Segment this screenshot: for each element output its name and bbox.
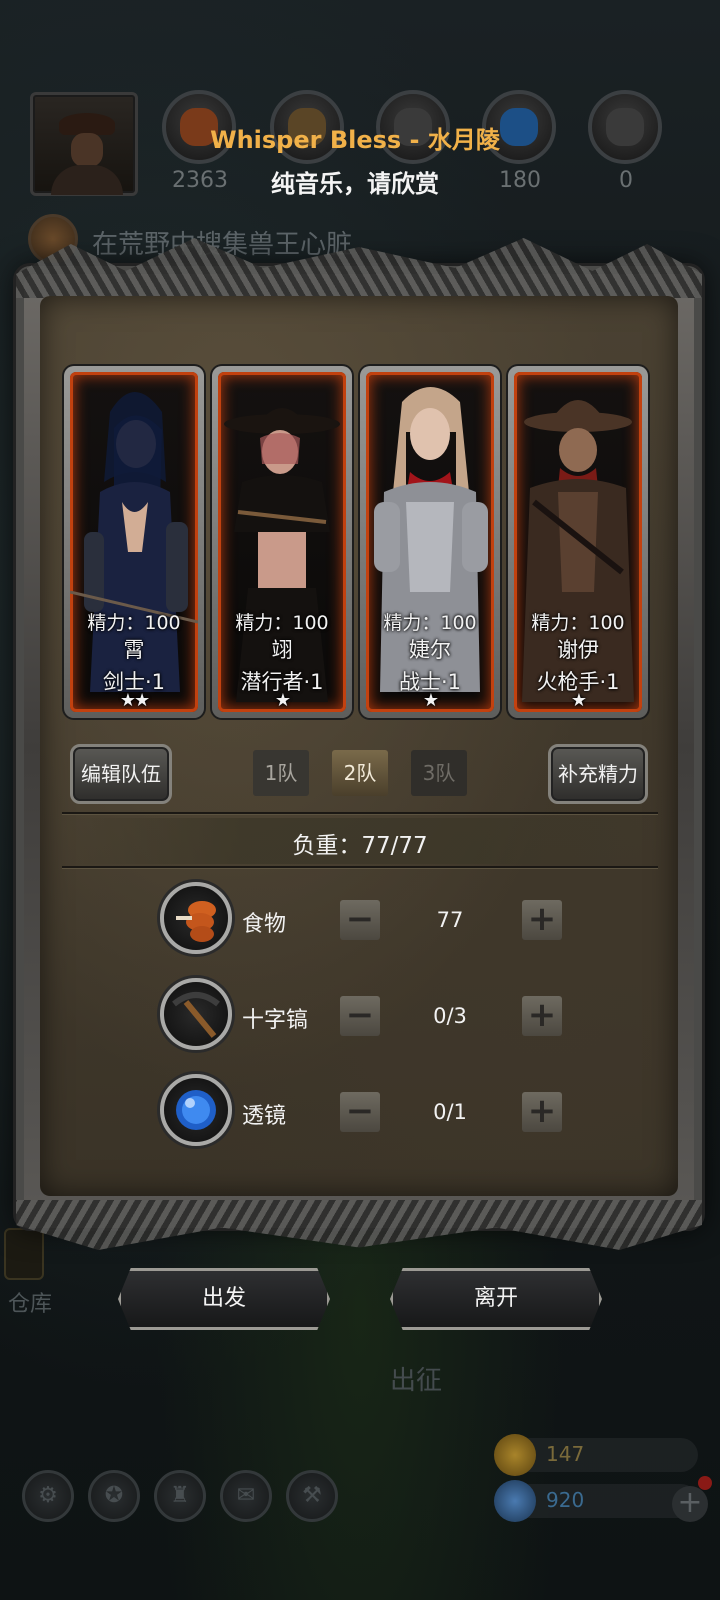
edit-team-button[interactable]: 编辑队伍	[70, 744, 172, 804]
lens-quantity: 0/1	[433, 1100, 467, 1124]
pickaxe-minus-button[interactable]: −	[340, 996, 380, 1036]
hero-stars: ★	[570, 690, 587, 711]
gold-icon	[494, 1434, 536, 1476]
divider	[62, 866, 658, 868]
hero-stamina: 精力：100	[383, 612, 477, 634]
food-label: 食物	[242, 912, 287, 937]
music-subtitle: 纯音乐，请欣赏	[271, 170, 439, 198]
gem-value: 920	[546, 1488, 585, 1512]
refill-stamina-button[interactable]: 补充精力	[548, 744, 648, 804]
team-1-tab[interactable]: 1队	[253, 750, 309, 796]
depart-button[interactable]: 出发	[118, 1268, 330, 1330]
music-title: Whisper Bless - 水月陵	[210, 126, 500, 154]
achievement-icon[interactable]: ✪	[88, 1470, 140, 1522]
lens-label: 透镜	[242, 1104, 287, 1129]
mail-icon[interactable]: ✉	[220, 1470, 272, 1522]
add-currency-button[interactable]: +	[672, 1486, 708, 1522]
gold-bar: 147	[494, 1434, 698, 1476]
shop-icon[interactable]: ⚒	[286, 1470, 338, 1522]
expedition-label: 出征	[390, 1366, 443, 1396]
pickaxe-quantity: 0/3	[433, 1004, 467, 1028]
food-quantity: 77	[436, 908, 464, 932]
leave-button[interactable]: 离开	[390, 1268, 602, 1330]
hero-stars: ★	[274, 690, 291, 711]
lens-minus-button[interactable]: −	[340, 1092, 380, 1132]
hero-card[interactable]: 精力：100 翊 潜行者·1 ★	[212, 366, 352, 718]
gold-value: 147	[546, 1442, 585, 1466]
hero-stars: ★	[422, 690, 439, 711]
team-2-tab[interactable]: 2队	[332, 750, 388, 796]
hero-card[interactable]: 精力：100 霄 剑士·1 ★★	[64, 366, 204, 718]
lens-icon	[160, 1074, 232, 1146]
pickaxe-plus-button[interactable]: +	[522, 996, 562, 1036]
team-3-tab[interactable]: 3队	[411, 750, 467, 796]
warehouse-label[interactable]: 仓库	[8, 1286, 52, 1318]
hero-name: 谢伊	[557, 638, 599, 662]
gem-icon	[494, 1480, 536, 1522]
hero-card[interactable]: 精力：100 婕尔 战士·1 ★	[360, 366, 500, 718]
hero-stamina: 精力：100	[87, 612, 181, 634]
settings-icon[interactable]: ⚙	[22, 1470, 74, 1522]
hero-name: 霄	[123, 638, 145, 662]
hero-stamina: 精力：100	[531, 612, 625, 634]
load-label: 负重：77/77	[292, 833, 428, 859]
food-minus-button[interactable]: −	[340, 900, 380, 940]
hero-name: 婕尔	[409, 638, 451, 662]
notification-dot	[698, 1476, 712, 1490]
hero-icon[interactable]: ♜	[154, 1470, 206, 1522]
hero-name: 翊	[271, 638, 293, 662]
dialog-frame-bottom	[16, 1200, 702, 1250]
hero-stamina: 精力：100	[235, 612, 329, 634]
pickaxe-icon	[160, 978, 232, 1050]
warehouse-icon[interactable]	[4, 1228, 44, 1280]
hero-stars: ★★	[119, 690, 150, 711]
divider	[62, 812, 658, 814]
hero-card[interactable]: 精力：100 谢伊 火枪手·1 ★	[508, 366, 648, 718]
food-plus-button[interactable]: +	[522, 900, 562, 940]
food-icon	[160, 882, 232, 954]
lens-plus-button[interactable]: +	[522, 1092, 562, 1132]
gem-bar: 920	[494, 1480, 698, 1522]
pickaxe-label: 十字镐	[242, 1008, 309, 1033]
